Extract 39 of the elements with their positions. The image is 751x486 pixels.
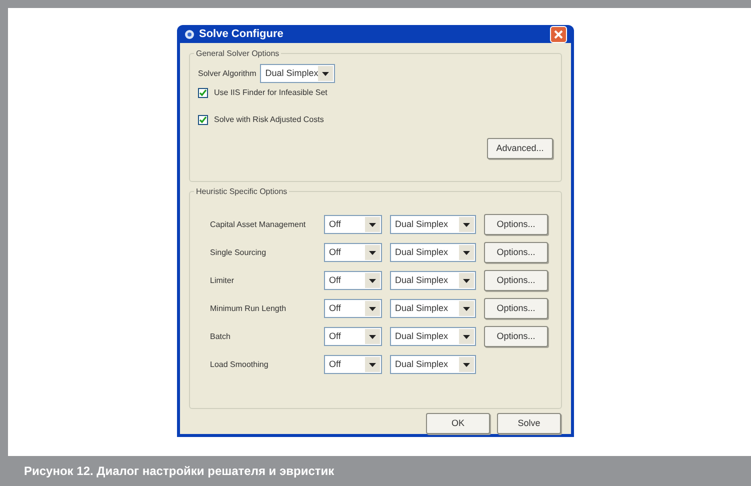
algorithm-dropdown[interactable]: Dual Simplex xyxy=(390,243,476,262)
heuristic-label: Capital Asset Management xyxy=(210,218,307,230)
options-button[interactable]: Options... xyxy=(484,270,548,291)
checkbox[interactable] xyxy=(198,88,208,98)
options-button[interactable]: Options... xyxy=(484,214,548,235)
algorithm-dropdown[interactable]: Dual Simplex xyxy=(390,271,476,290)
algorithm-dropdown[interactable]: Dual Simplex xyxy=(390,215,476,234)
mode-dropdown[interactable]: Off xyxy=(324,243,382,262)
heuristic-label: Load Smoothing xyxy=(210,358,270,370)
options-button[interactable]: Options... xyxy=(484,326,548,347)
algorithm-dropdown[interactable]: Dual Simplex xyxy=(390,355,476,374)
group-title: General Solver Options xyxy=(194,48,282,60)
mode-dropdown[interactable]: Off xyxy=(324,271,382,290)
figure-caption: Рисунок 12. Диалог настройки решателя и эвристик xyxy=(24,463,334,480)
algorithm-dropdown[interactable]: Dual Simplex xyxy=(260,64,336,83)
close-icon xyxy=(554,30,563,38)
window-title: Solve Configure xyxy=(199,26,284,42)
mode-dropdown[interactable]: Off xyxy=(324,355,382,374)
field-label: Solver Algorithm xyxy=(198,68,256,80)
checkbox[interactable] xyxy=(198,115,208,125)
heuristic-label: Batch xyxy=(210,330,232,342)
checkbox-label: Use IIS Finder for Infeasible Set xyxy=(214,87,328,99)
heuristic-label: Single Sourcing xyxy=(210,246,268,258)
solve-button[interactable]: Solve xyxy=(497,413,561,434)
heuristic-label: Minimum Run Length xyxy=(210,302,288,314)
close-button[interactable] xyxy=(550,26,567,42)
app-icon xyxy=(184,28,195,40)
mode-dropdown[interactable]: Off xyxy=(324,327,382,346)
options-button[interactable]: Options... xyxy=(484,242,548,263)
algorithm-dropdown[interactable]: Dual Simplex xyxy=(390,327,476,346)
algorithm-dropdown[interactable]: Dual Simplex xyxy=(390,299,476,318)
mode-dropdown[interactable]: Off xyxy=(324,215,382,234)
heuristic-label: Limiter xyxy=(210,274,236,286)
group-title: Heuristic Specific Options xyxy=(194,186,290,198)
checkbox-label: Solve with Risk Adjusted Costs xyxy=(214,114,324,126)
options-button[interactable]: Options... xyxy=(484,298,548,319)
advanced-button[interactable]: Advanced... xyxy=(487,138,553,159)
ok-button[interactable]: OK xyxy=(426,413,490,434)
mode-dropdown[interactable]: Off xyxy=(324,299,382,318)
